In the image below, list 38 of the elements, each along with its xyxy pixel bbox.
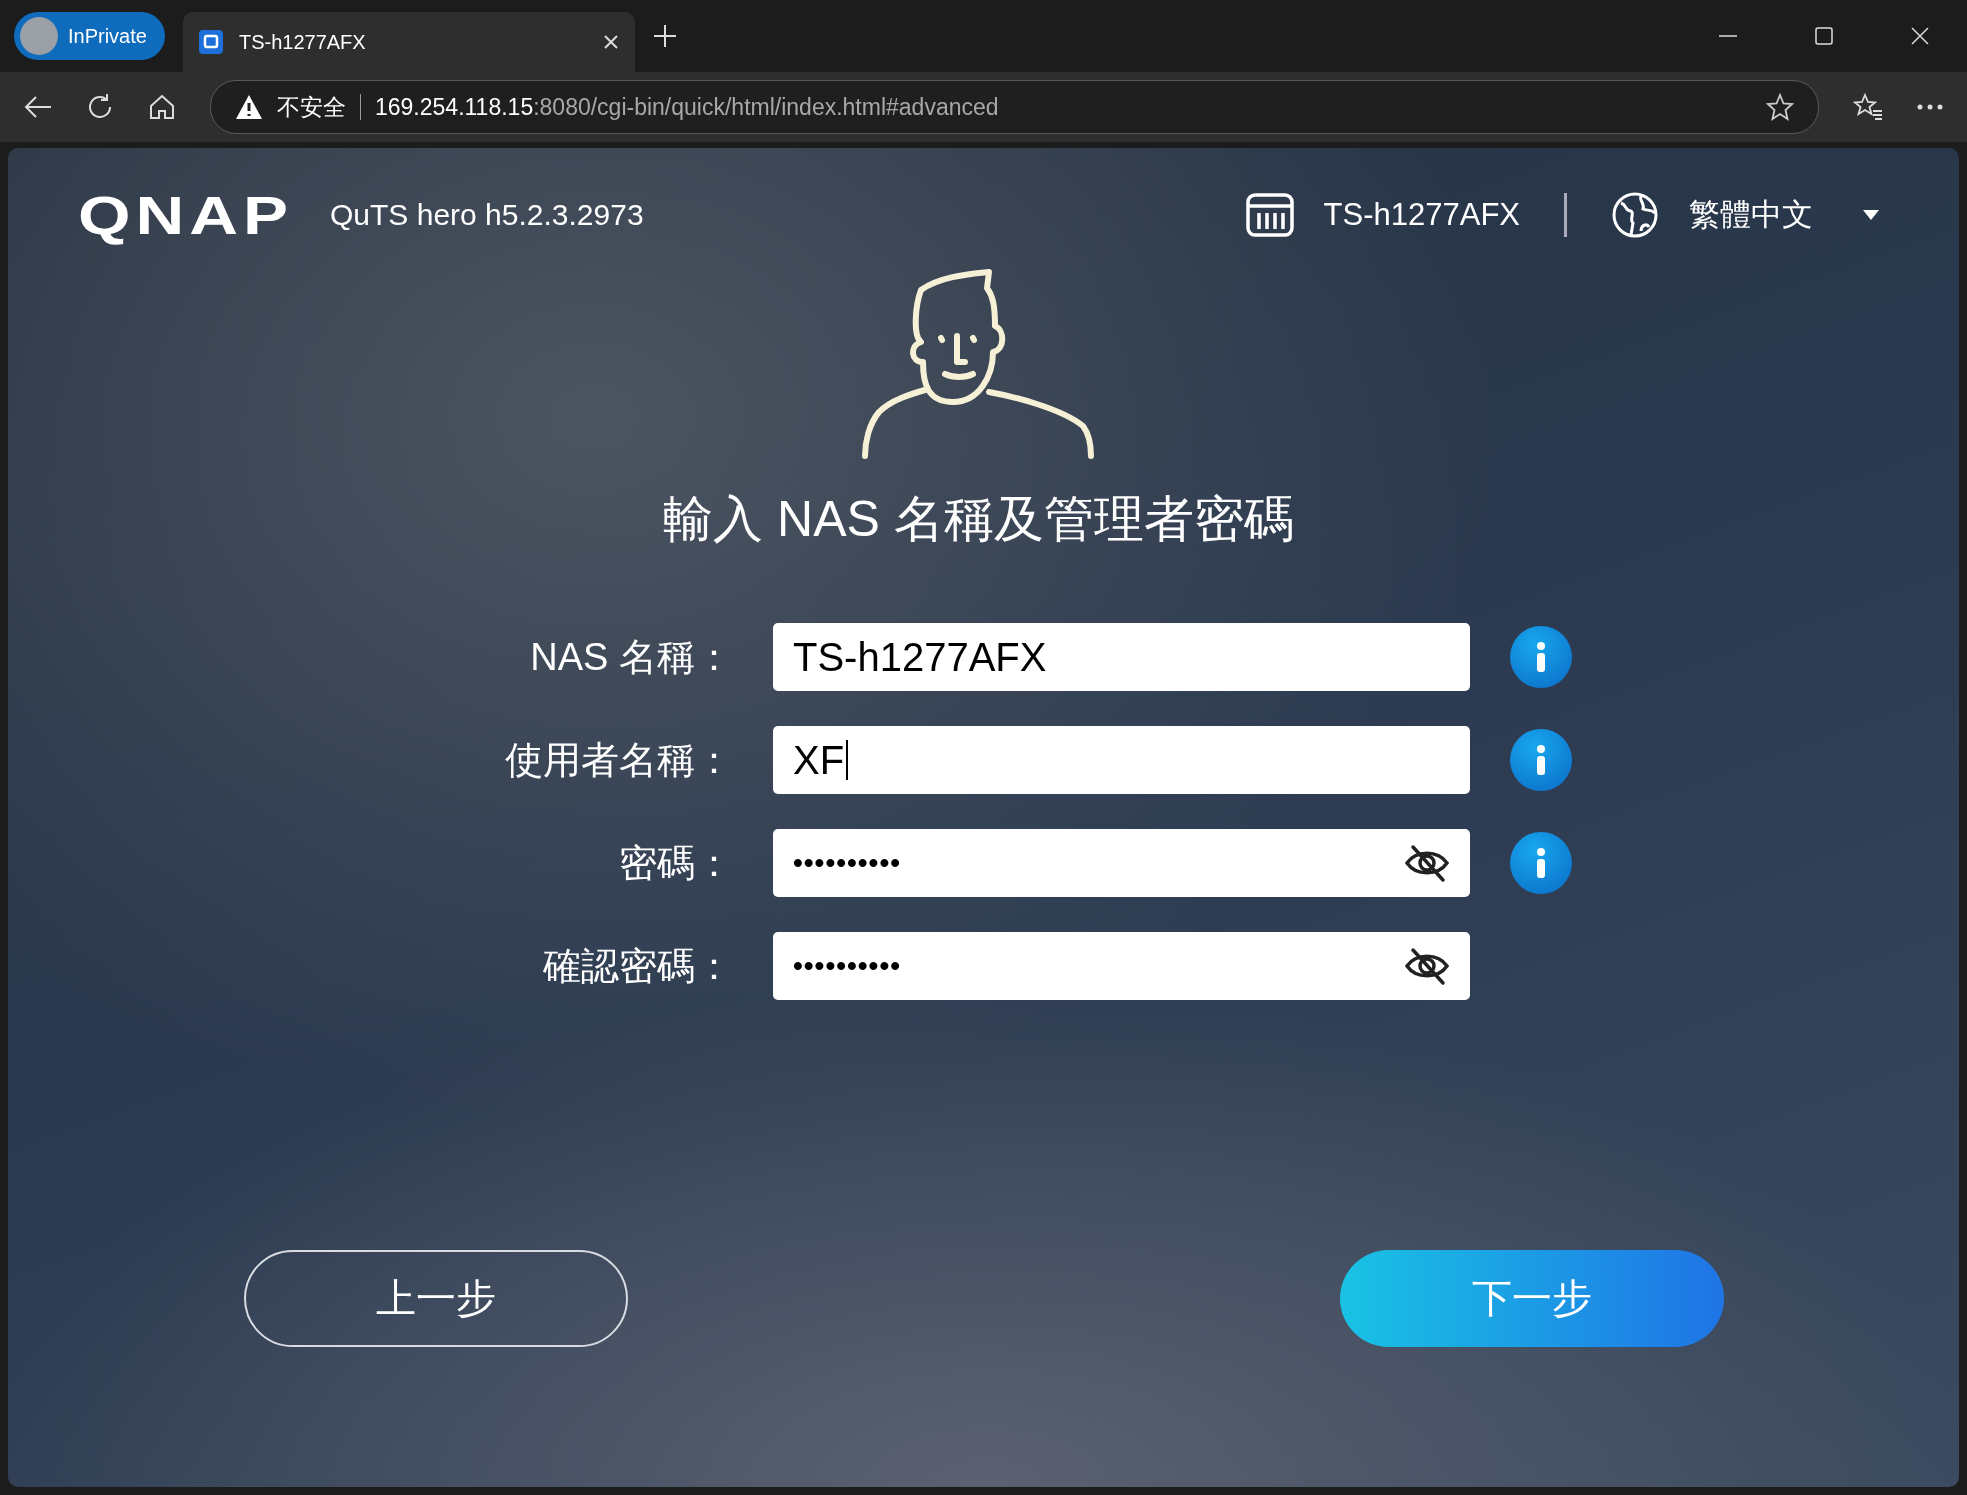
profile-button[interactable]: InPrivate — [14, 12, 165, 60]
field-label: 使用者名稱： — [505, 737, 733, 783]
language-selector[interactable]: 繁體中文 — [1689, 194, 1813, 236]
home-icon[interactable] — [148, 93, 176, 121]
field-label: NAS 名稱： — [529, 634, 733, 680]
field-label: 確認密碼： — [542, 943, 733, 989]
more-icon[interactable] — [1917, 104, 1943, 110]
close-window-icon[interactable] — [1911, 27, 1929, 45]
page-title: 輸入 NAS 名稱及管理者密碼 — [663, 490, 1294, 549]
password-field[interactable]: •••••••••• — [773, 932, 1470, 1000]
nas-device-icon — [1245, 193, 1294, 237]
back-icon[interactable] — [24, 95, 52, 119]
input-field[interactable]: TS-h1277AFX — [773, 623, 1470, 691]
profile-avatar-icon — [20, 17, 58, 55]
star-icon[interactable] — [1766, 93, 1794, 121]
favorites-icon[interactable] — [1853, 93, 1883, 121]
warning-icon — [235, 94, 263, 120]
tab-title: TS-h1277AFX — [238, 30, 366, 54]
new-tab-icon[interactable] — [652, 24, 677, 48]
password-field[interactable]: •••••••••• — [773, 829, 1470, 897]
close-icon[interactable] — [602, 34, 619, 50]
field-label: 密碼： — [618, 840, 733, 886]
site-icon — [198, 30, 223, 54]
globe-icon[interactable] — [1611, 191, 1659, 239]
back-button[interactable]: 上一步 — [244, 1250, 628, 1347]
refresh-icon[interactable] — [86, 93, 114, 121]
dropdown-caret-icon[interactable] — [1863, 210, 1879, 220]
device-name: TS-h1277AFX — [1323, 197, 1520, 233]
url-host: 169.254.118.15 — [375, 93, 534, 121]
eye-slash-icon[interactable] — [1404, 946, 1450, 986]
browser-tab[interactable]: TS-h1277AFX — [182, 12, 635, 72]
address-bar[interactable]: 不安全 169.254.118.15:8080/cgi-bin/quick/html/index.html#advanced — [210, 80, 1819, 134]
url-path: :8080/cgi-bin/quick/html/index.html#advanced — [533, 93, 999, 121]
maximize-icon[interactable] — [1815, 27, 1833, 45]
eye-slash-icon[interactable] — [1404, 843, 1450, 883]
security-label[interactable]: 不安全 — [277, 91, 346, 123]
input-field[interactable]: XF — [773, 726, 1470, 794]
version-label: QuTS hero h5.2.3.2973 — [330, 198, 644, 232]
